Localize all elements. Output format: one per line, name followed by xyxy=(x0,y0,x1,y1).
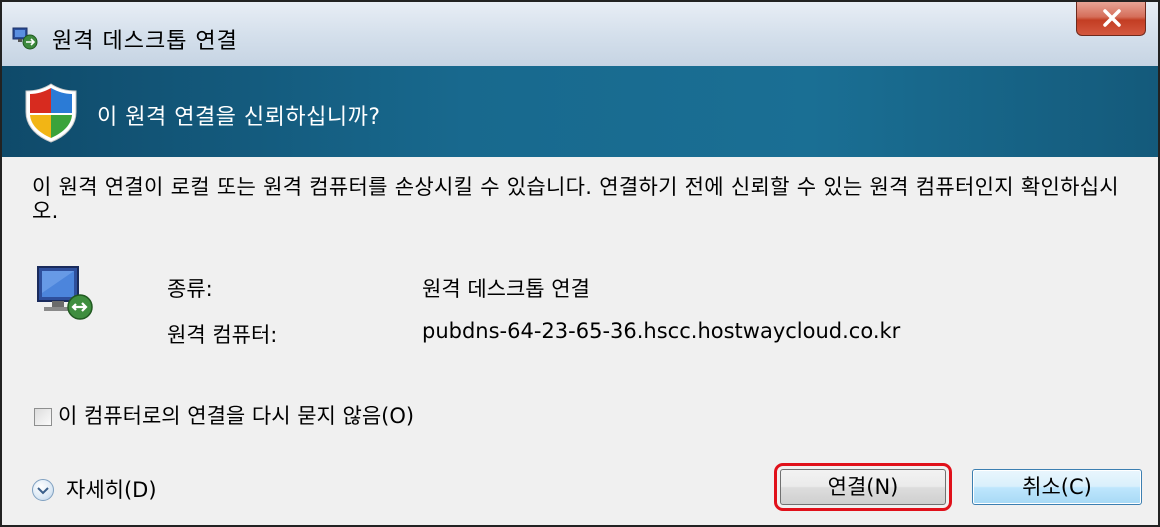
details-label[interactable]: 자세히(D) xyxy=(66,478,157,502)
window-title: 원격 데스크톱 연결 xyxy=(52,29,238,54)
dont-ask-again-checkbox[interactable] xyxy=(34,408,52,426)
type-value: 원격 데스크톱 연결 xyxy=(422,277,590,301)
title-bar[interactable]: 원격 데스크톱 연결 xyxy=(2,2,1158,67)
remote-computer-label: 원격 컴퓨터: xyxy=(167,323,278,347)
close-button[interactable] xyxy=(1076,2,1146,36)
details-toggle[interactable]: 자세히(D) xyxy=(32,474,157,504)
remote-desktop-icon xyxy=(12,26,40,50)
chevron-down-icon[interactable] xyxy=(32,479,54,501)
type-label: 종류: xyxy=(167,277,213,301)
header-band: 이 원격 연결을 신뢰하십니까? xyxy=(2,66,1158,157)
remote-computer-icon xyxy=(36,263,98,327)
remote-computer-value: pubdns-64-23-65-36.hscc.hostwaycloud.co.… xyxy=(422,319,901,343)
dont-ask-again-label[interactable]: 이 컴퓨터로의 연결을 다시 묻지 않음(O) xyxy=(58,404,414,428)
warning-text: 이 원격 연결이 로컬 또는 원격 컴퓨터를 손상시킬 수 있습니다. 연결하기… xyxy=(32,175,1119,223)
rdp-security-dialog: 원격 데스크톱 연결 이 원격 연결을 신뢰하십니까? 이 원격 연결이 로컬 … xyxy=(0,0,1160,527)
close-icon xyxy=(1103,9,1121,27)
dialog-body: 이 원격 연결이 로컬 또는 원격 컴퓨터를 손상시킬 수 있습니다. 연결하기… xyxy=(2,157,1158,525)
connect-button[interactable]: 연결(N) xyxy=(774,463,952,511)
trust-question: 이 원격 연결을 신뢰하십니까? xyxy=(97,105,381,130)
dont-ask-again-row[interactable]: 이 컴퓨터로의 연결을 다시 묻지 않음(O) xyxy=(34,400,414,430)
cancel-button[interactable]: 취소(C) xyxy=(972,469,1142,505)
shield-icon xyxy=(22,82,80,148)
